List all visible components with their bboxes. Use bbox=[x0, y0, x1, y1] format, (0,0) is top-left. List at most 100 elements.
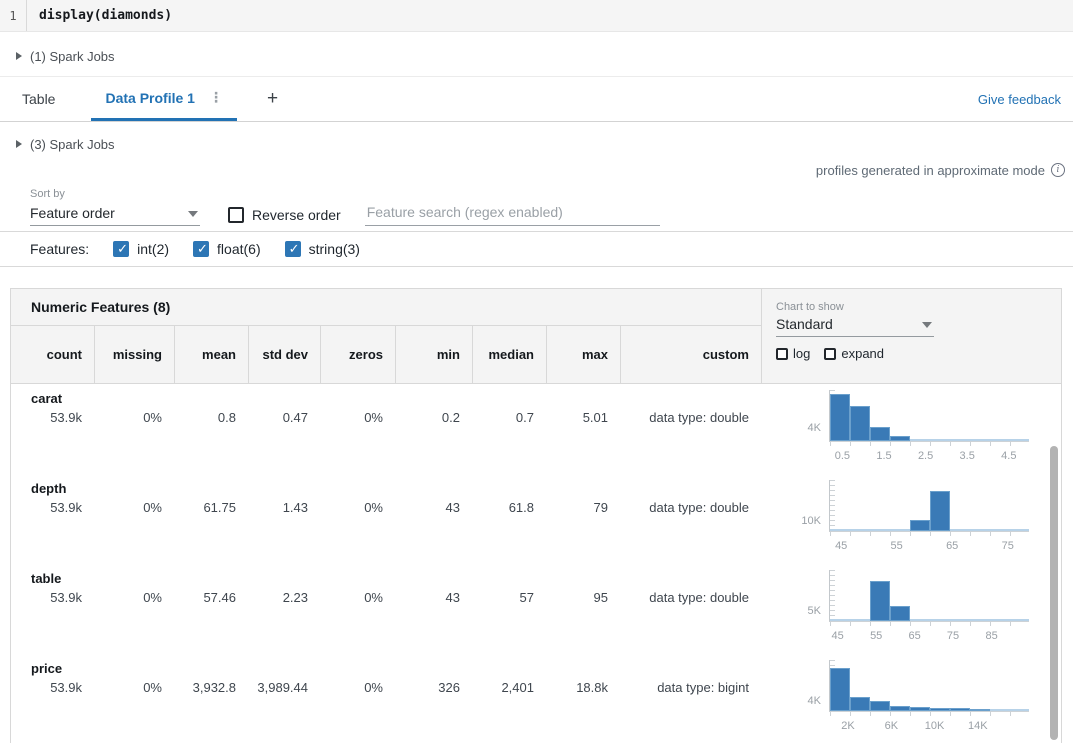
stat-std-dev: 1.43 bbox=[248, 500, 320, 515]
filter-string: string(3) bbox=[285, 241, 360, 257]
column-header-zeros[interactable]: zeros bbox=[320, 326, 395, 383]
histogram-bar bbox=[910, 520, 930, 531]
stat-mean: 0.8 bbox=[174, 410, 248, 425]
kebab-menu-icon[interactable]: ⋮ bbox=[209, 89, 223, 106]
log-checkbox[interactable] bbox=[776, 348, 788, 360]
stat-mean: 61.75 bbox=[174, 500, 248, 515]
stat-values: 53.9k0%3,932.83,989.440%3262,40118.8kdat… bbox=[11, 680, 761, 695]
code-cell[interactable]: 1 display(diamonds) bbox=[0, 0, 1073, 32]
histogram-cell: 4K2K6K10K14K bbox=[771, 654, 1063, 744]
filter-int: int(2) bbox=[113, 241, 169, 257]
log-group: log bbox=[776, 346, 810, 361]
stat-max: 79 bbox=[546, 500, 620, 515]
int-checkbox[interactable] bbox=[113, 241, 129, 257]
feature-type-filters: Features: int(2) float(6) string(3) bbox=[0, 232, 1073, 267]
column-header-min[interactable]: min bbox=[395, 326, 472, 383]
sort-by-value: Feature order bbox=[30, 205, 115, 221]
column-header-stddev[interactable]: std dev bbox=[248, 326, 320, 383]
feature-name: price bbox=[31, 661, 62, 676]
y-axis-minor-ticks bbox=[830, 570, 835, 621]
x-axis-label: 45 bbox=[824, 540, 858, 552]
feature-name: depth bbox=[31, 481, 66, 496]
feature-search-input[interactable] bbox=[365, 202, 660, 226]
stat-std-dev: 2.23 bbox=[248, 590, 320, 605]
stat-median: 2,401 bbox=[472, 680, 546, 695]
stat-mean: 3,932.8 bbox=[174, 680, 248, 695]
histogram-cell: 5K4555657585 bbox=[771, 564, 1063, 654]
stat-custom: data type: double bbox=[620, 410, 761, 425]
stat-count: 53.9k bbox=[11, 680, 94, 695]
column-header-count[interactable]: count bbox=[11, 326, 94, 383]
x-axis-label: 65 bbox=[898, 630, 932, 642]
numeric-features-table: Numeric Features (8) count missing mean … bbox=[10, 288, 1062, 743]
x-axis-label: 55 bbox=[880, 540, 914, 552]
stat-values: 53.9k0%57.462.230%435795data type: doubl… bbox=[11, 590, 761, 605]
x-axis-label: 1.5 bbox=[867, 450, 901, 462]
x-axis-label: 65 bbox=[935, 540, 969, 552]
collapsed-triangle-icon bbox=[16, 52, 22, 60]
code-text[interactable]: display(diamonds) bbox=[27, 0, 172, 31]
y-axis-minor-ticks bbox=[830, 480, 835, 531]
tab-data-profile[interactable]: Data Profile 1 ⋮ bbox=[91, 77, 236, 121]
collapsed-triangle-icon bbox=[16, 140, 22, 148]
stat-values: 53.9k0%0.80.470%0.20.75.01data type: dou… bbox=[11, 410, 761, 425]
give-feedback-link[interactable]: Give feedback bbox=[978, 77, 1061, 121]
reverse-order-label: Reverse order bbox=[252, 207, 341, 223]
feature-rows: carat 53.9k0%0.80.470%0.20.75.01data type… bbox=[11, 384, 1061, 744]
stat-median: 0.7 bbox=[472, 410, 546, 425]
histogram-bar bbox=[870, 581, 890, 621]
vertical-scrollbar[interactable] bbox=[1050, 446, 1058, 740]
feature-name: table bbox=[31, 571, 61, 586]
log-label: log bbox=[793, 346, 810, 361]
line-number: 1 bbox=[0, 0, 27, 31]
y-axis-label: 10K bbox=[801, 515, 821, 527]
column-header-custom[interactable]: custom bbox=[620, 326, 761, 383]
add-tab-button[interactable]: + bbox=[259, 77, 286, 121]
column-header-median[interactable]: median bbox=[472, 326, 546, 383]
x-axis-ticks bbox=[830, 621, 1030, 626]
feature-row: carat 53.9k0%0.80.470%0.20.75.01data type… bbox=[11, 384, 1061, 474]
stat-count: 53.9k bbox=[11, 590, 94, 605]
stat-min: 0.2 bbox=[395, 410, 472, 425]
profile-controls: Sort by Feature order Reverse order bbox=[0, 180, 1073, 232]
chart-to-show-select[interactable]: Standard bbox=[776, 316, 934, 337]
approx-mode-note: profiles generated in approximate mode i bbox=[0, 160, 1073, 180]
stat-custom: data type: double bbox=[620, 500, 761, 515]
string-label: string(3) bbox=[309, 241, 360, 257]
result-tab-bar: Table Data Profile 1 ⋮ + Give feedback bbox=[0, 76, 1073, 122]
float-label: float(6) bbox=[217, 241, 261, 257]
stat-count: 53.9k bbox=[11, 410, 94, 425]
column-header-row: count missing mean std dev zeros min med… bbox=[11, 326, 761, 383]
histogram-cell: 4K0.51.52.53.54.5 bbox=[771, 384, 1063, 474]
tab-table[interactable]: Table bbox=[8, 77, 69, 121]
string-checkbox[interactable] bbox=[285, 241, 301, 257]
stat-missing: 0% bbox=[94, 500, 174, 515]
column-header-mean[interactable]: mean bbox=[174, 326, 248, 383]
feature-name: carat bbox=[31, 391, 62, 406]
x-axis-label: 75 bbox=[936, 630, 970, 642]
column-header-max[interactable]: max bbox=[546, 326, 620, 383]
expand-checkbox[interactable] bbox=[824, 348, 836, 360]
spark-jobs-toggle-3[interactable]: (3) Spark Jobs bbox=[0, 134, 1073, 154]
float-checkbox[interactable] bbox=[193, 241, 209, 257]
reverse-order-checkbox[interactable] bbox=[228, 207, 244, 223]
histogram-bar bbox=[830, 394, 850, 441]
x-axis-ticks bbox=[830, 711, 1030, 716]
stat-custom: data type: bigint bbox=[620, 680, 761, 695]
filter-float: float(6) bbox=[193, 241, 261, 257]
y-axis-label: 4K bbox=[808, 422, 821, 434]
histogram-bar bbox=[930, 491, 950, 531]
feature-row: table 53.9k0%57.462.230%435795data type: … bbox=[11, 564, 1061, 654]
tab-data-profile-label: Data Profile 1 bbox=[105, 90, 194, 106]
stat-values: 53.9k0%61.751.430%4361.879data type: dou… bbox=[11, 500, 761, 515]
histogram-cell: 10K45556575 bbox=[771, 474, 1063, 564]
sort-by-select[interactable]: Feature order bbox=[30, 205, 200, 226]
info-icon[interactable]: i bbox=[1051, 163, 1065, 177]
stat-min: 326 bbox=[395, 680, 472, 695]
spark-jobs-toggle-1[interactable]: (1) Spark Jobs bbox=[0, 46, 1073, 66]
x-axis-label: 2.5 bbox=[909, 450, 943, 462]
column-header-missing[interactable]: missing bbox=[94, 326, 174, 383]
x-axis-label: 55 bbox=[859, 630, 893, 642]
stat-std-dev: 3,989.44 bbox=[248, 680, 320, 695]
stat-std-dev: 0.47 bbox=[248, 410, 320, 425]
